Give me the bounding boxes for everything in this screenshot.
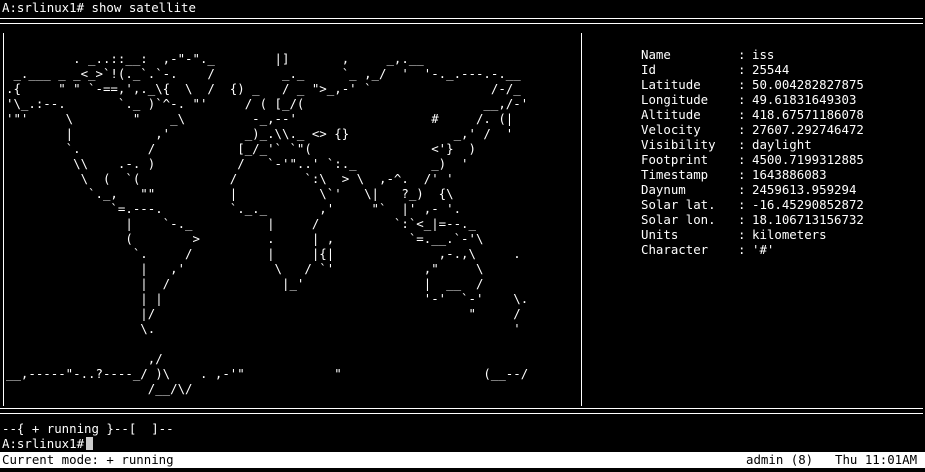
info-key: Solar lon. [641, 212, 716, 227]
prompt-line[interactable]: A:srlinux1# [2, 436, 94, 451]
info-colon: : [738, 77, 746, 92]
info-value: daylight [752, 137, 812, 152]
info-key: Velocity [641, 122, 701, 137]
info-key: Units [641, 227, 679, 242]
info-value: iss [752, 47, 775, 62]
info-colon: : [738, 167, 746, 182]
info-row: Id:25544 [641, 62, 864, 77]
info-colon: : [738, 227, 746, 242]
info-value: -16.45290852872 [752, 197, 864, 212]
bottom-separator [0, 408, 923, 414]
satellite-info-panel: Name: iss Id:25544 Latitude:50.004282827875… [641, 47, 864, 257]
user-session: admin (8) [746, 452, 814, 467]
info-row: Longitude:49.61831649303 [641, 92, 864, 107]
info-value: 2459613.959294 [752, 182, 857, 197]
info-value: kilometers [752, 227, 827, 242]
info-colon: : [738, 137, 746, 152]
info-row: Solar lat.: -16.45290852872 [641, 197, 864, 212]
info-value: 4500.7199312885 [752, 152, 864, 167]
world-map-ascii: . _..::__: ,-"-"._ |] , _,.__ _.___ _ _<… [6, 51, 529, 396]
running-context-line: --{ + running }--[ ]-- [2, 421, 174, 436]
info-value: 27607.292746472 [752, 122, 864, 137]
status-bar: Current mode: + running admin (8) Thu 11… [0, 452, 925, 468]
info-row: Character: '#' [641, 242, 864, 257]
info-colon: : [738, 47, 746, 62]
top-separator [0, 18, 923, 24]
info-key: Altitude [641, 107, 701, 122]
info-row: Velocity:27607.292746472 [641, 122, 864, 137]
info-colon: : [738, 152, 746, 167]
info-key: Visibility [641, 137, 716, 152]
info-row: Name: iss [641, 47, 864, 62]
info-row: Solar lon.:18.106713156732 [641, 212, 864, 227]
info-value: 49.61831649303 [752, 92, 857, 107]
text-cursor [86, 437, 94, 450]
info-row: Altitude:418.67571186078 [641, 107, 864, 122]
info-value: 18.106713156732 [752, 212, 864, 227]
info-key: Character [641, 242, 709, 257]
info-row: Visibility: daylight [641, 137, 864, 152]
info-key: Daynum [641, 182, 686, 197]
info-key: Longitude [641, 92, 709, 107]
info-row: Timestamp:1643886083 [641, 167, 864, 182]
info-key: Latitude [641, 77, 701, 92]
info-key: Footprint [641, 152, 709, 167]
info-value: 25544 [752, 62, 790, 77]
info-row: Latitude:50.004282827875 [641, 77, 864, 92]
command-line: A:srlinux1# show satellite [2, 0, 196, 15]
info-colon: : [738, 62, 746, 77]
info-key: Name [641, 47, 671, 62]
info-colon: : [738, 122, 746, 137]
info-row: Units: kilometers [641, 227, 864, 242]
prompt-text: A:srlinux1# [2, 436, 85, 451]
info-key: Timestamp [641, 167, 709, 182]
info-value: 50.004282827875 [752, 77, 864, 92]
info-colon: : [738, 182, 746, 197]
info-row: Footprint:4500.7199312885 [641, 152, 864, 167]
info-colon: : [738, 92, 746, 107]
info-value: 418.67571186078 [752, 107, 864, 122]
info-colon: : [738, 242, 746, 257]
info-key: Id [641, 62, 656, 77]
current-mode: Current mode: + running [2, 452, 174, 467]
clock: Thu 11:01AM [835, 452, 918, 467]
info-row: Daynum:2459613.959294 [641, 182, 864, 197]
info-key: Solar lat. [641, 197, 716, 212]
info-value: '#' [752, 242, 775, 257]
info-colon: : [738, 212, 746, 227]
info-value: 1643886083 [752, 167, 827, 182]
info-colon: : [738, 197, 746, 212]
info-colon: : [738, 107, 746, 122]
